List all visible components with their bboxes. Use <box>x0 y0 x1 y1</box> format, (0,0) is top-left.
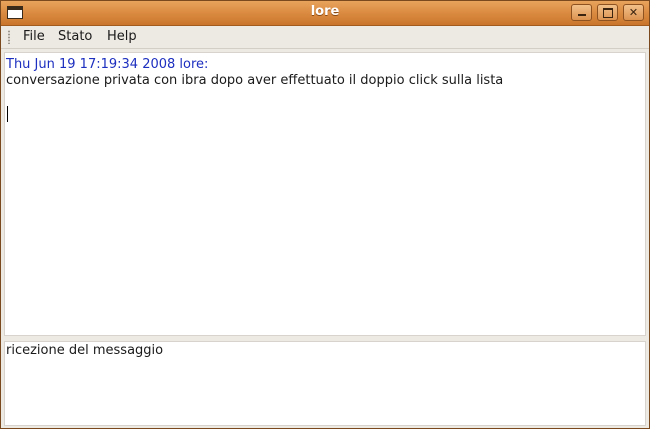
menu-help[interactable]: Help <box>107 29 137 44</box>
text-cursor <box>7 106 8 122</box>
title-bar[interactable]: lore ✕ <box>1 1 649 26</box>
minimize-icon <box>572 5 591 20</box>
input-text: ricezione del messaggio <box>6 343 164 358</box>
maximize-icon <box>598 5 617 20</box>
minimize-button[interactable] <box>571 4 592 21</box>
window-title: lore <box>310 4 340 19</box>
menu-stato[interactable]: Stato <box>58 29 92 44</box>
menu-file[interactable]: File <box>23 29 45 44</box>
chat-window: lore ✕ File Stato Help Thu Jun 19 17:19:… <box>0 0 650 429</box>
message-timestamp-header: Thu Jun 19 17:19:34 2008 lore: <box>6 57 209 72</box>
maximize-button[interactable] <box>597 4 618 21</box>
menu-bar: File Stato Help <box>1 26 649 49</box>
close-icon: ✕ <box>628 6 639 19</box>
menubar-grip-icon[interactable] <box>7 30 11 44</box>
message-text: conversazione privata con ibra dopo aver… <box>6 73 504 88</box>
close-button[interactable]: ✕ <box>623 4 644 21</box>
message-input[interactable]: ricezione del messaggio <box>4 341 646 426</box>
chat-history[interactable]: Thu Jun 19 17:19:34 2008 lore: conversaz… <box>4 52 646 336</box>
